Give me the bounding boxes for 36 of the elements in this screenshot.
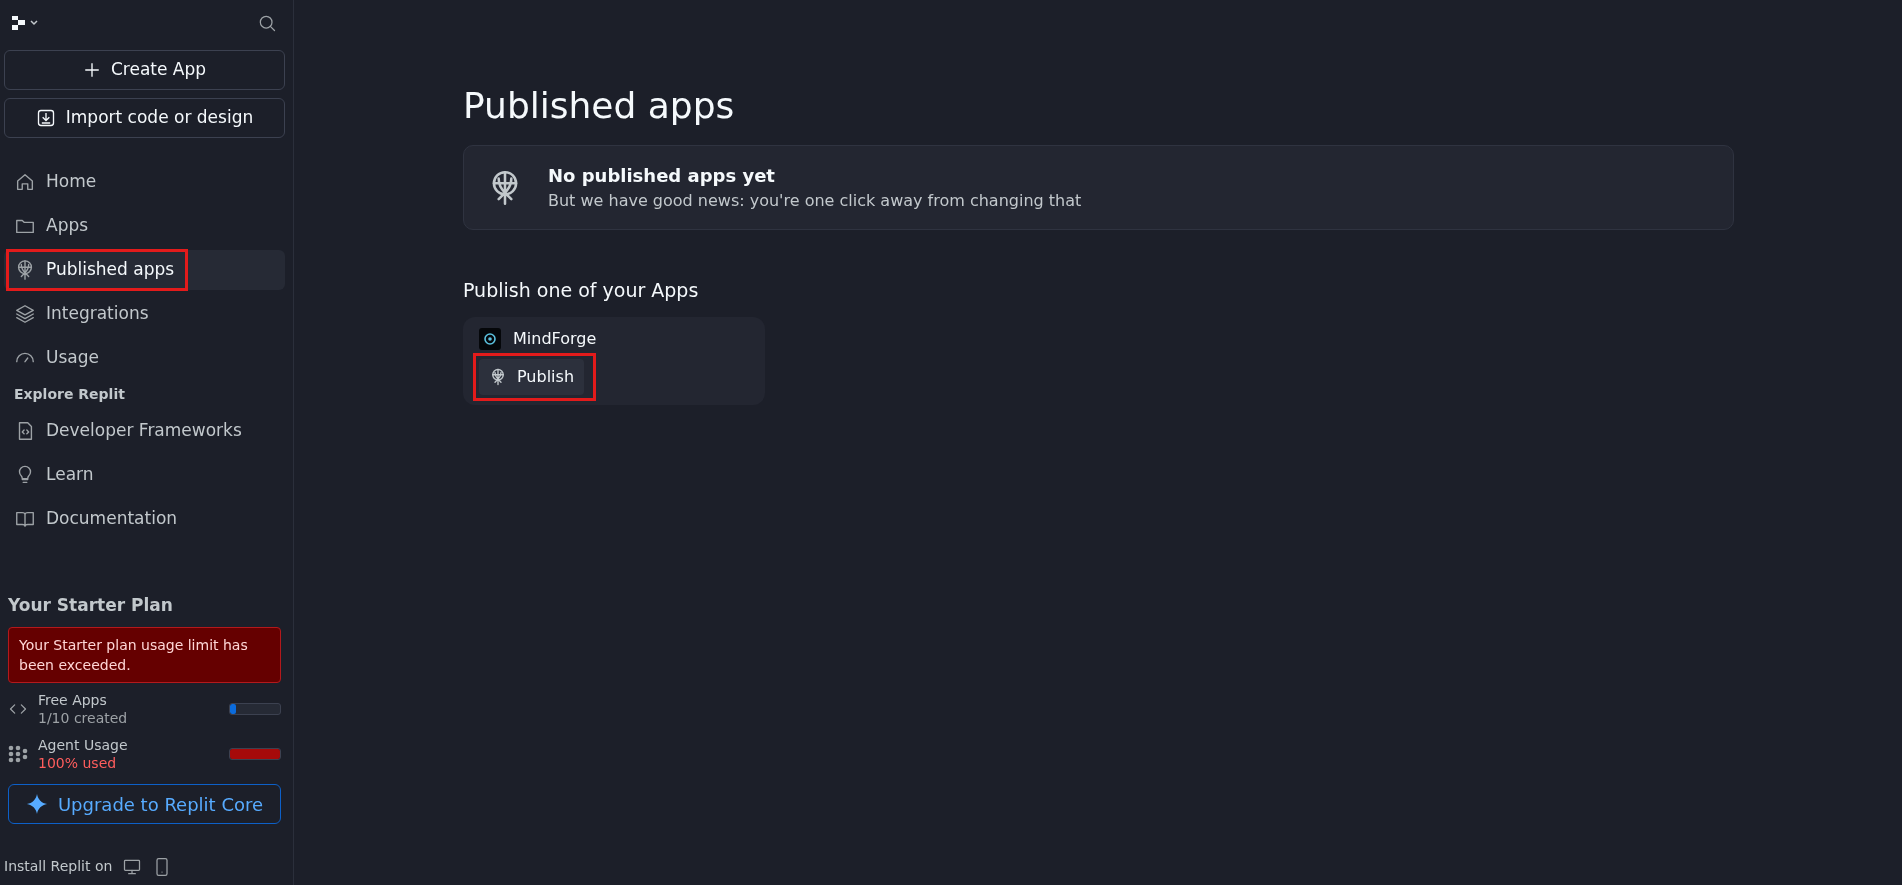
agent-icon xyxy=(8,743,28,764)
home-icon xyxy=(14,171,36,193)
upgrade-button[interactable]: Upgrade to Replit Core xyxy=(8,784,281,824)
sidebar-nav-item[interactable]: Apps xyxy=(4,206,285,246)
usage-name: Free Apps xyxy=(38,691,108,710)
usage-name: Agent Usage xyxy=(38,735,128,754)
app-name: MindForge xyxy=(513,327,597,350)
plus-icon xyxy=(82,61,101,79)
usage-bar xyxy=(229,747,281,760)
install-label: Install Replit on xyxy=(4,857,113,876)
sidebar-nav-item[interactable]: Developer Frameworks xyxy=(4,411,285,451)
sidebar-nav-item[interactable]: Documentation xyxy=(4,499,285,539)
globe-upload-icon xyxy=(489,367,507,386)
create-app-button[interactable]: Create App xyxy=(4,50,285,90)
sidebar-nav-item[interactable]: Published apps xyxy=(4,250,285,290)
empty-state-text: But we have good news: you're one click away from changing that xyxy=(548,190,1082,213)
download-icon xyxy=(35,108,56,128)
layers-icon xyxy=(14,303,36,325)
section-heading: Publish one of your Apps xyxy=(463,278,700,304)
sparkle-icon xyxy=(25,793,48,815)
usage-bar xyxy=(229,703,281,716)
page-title: Published apps xyxy=(463,84,736,128)
sidebar-nav-item[interactable]: Usage xyxy=(4,338,285,378)
empty-state-title: No published apps yet xyxy=(548,164,776,189)
plan-title: Your Starter Plan xyxy=(7,594,174,618)
search-icon[interactable] xyxy=(257,13,277,33)
usage-detail: 100% used xyxy=(38,753,118,772)
import-button[interactable]: Import code or design xyxy=(4,98,285,138)
sidebar-nav-item[interactable]: Learn xyxy=(4,455,285,495)
publish-button[interactable]: Publish xyxy=(479,358,585,395)
sidebar-nav-item[interactable]: Home xyxy=(4,162,285,202)
usage-alert: Your Starter plan usage limit has been exceeded. xyxy=(8,626,281,684)
usage-detail: 1/10 created xyxy=(38,709,128,728)
sidebar-nav-item[interactable]: Integrations xyxy=(4,294,285,334)
app-icon xyxy=(479,327,501,350)
section-heading: Explore Replit xyxy=(13,385,126,404)
